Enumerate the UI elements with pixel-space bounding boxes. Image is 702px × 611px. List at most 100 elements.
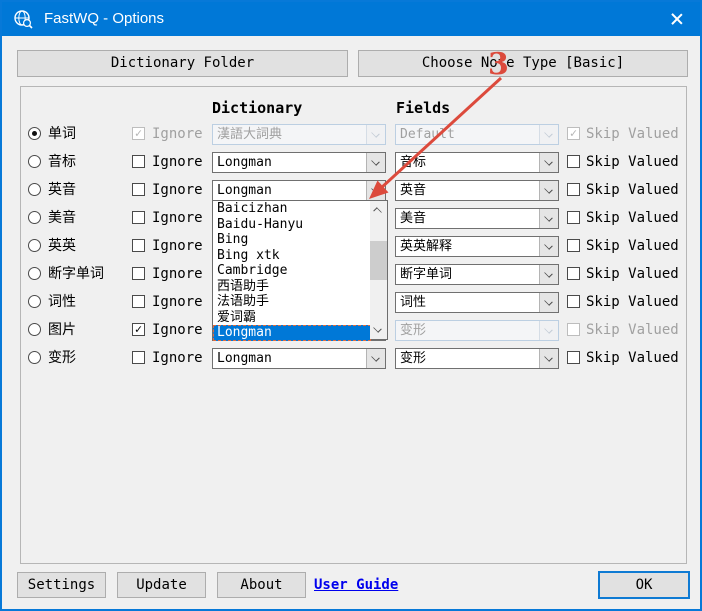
- field-select[interactable]: 变形: [395, 348, 559, 369]
- dropdown-item[interactable]: Bing xtk: [213, 248, 371, 264]
- dropdown-item[interactable]: Bing: [213, 232, 371, 248]
- skip-valued-checkbox[interactable]: [567, 323, 580, 336]
- ignore-label: Ignore: [152, 176, 203, 204]
- ignore-checkbox[interactable]: [132, 295, 145, 308]
- dropdown-item[interactable]: 爱词霸: [213, 310, 371, 326]
- ignore-checkbox[interactable]: [132, 351, 145, 364]
- chevron-down-icon: [539, 293, 558, 312]
- ignore-label: Ignore: [152, 232, 203, 260]
- dropdown-item[interactable]: Baicizhan: [213, 201, 371, 217]
- field-select[interactable]: 美音: [395, 208, 559, 229]
- update-button[interactable]: Update: [117, 572, 206, 598]
- skip-valued-checkbox[interactable]: [567, 155, 580, 168]
- radio-en-def[interactable]: [28, 239, 41, 252]
- settings-button[interactable]: Settings: [17, 572, 106, 598]
- skip-valued-label: Skip Valued: [586, 288, 679, 316]
- ignore-label: Ignore: [152, 260, 203, 288]
- chevron-down-icon: [539, 153, 558, 172]
- chevron-down-icon: [539, 237, 558, 256]
- about-button[interactable]: About: [217, 572, 306, 598]
- dropdown-item[interactable]: Cambridge: [213, 263, 371, 279]
- chevron-down-icon: [366, 153, 385, 172]
- skip-valued-checkbox[interactable]: [567, 239, 580, 252]
- chevron-down-icon: [539, 321, 558, 340]
- dictionary-select[interactable]: Longman: [212, 348, 386, 369]
- chevron-down-icon: [539, 125, 558, 144]
- field-select[interactable]: 英音: [395, 180, 559, 201]
- row-label: 断字单词: [48, 260, 104, 288]
- dropdown-item-selected[interactable]: Longman: [213, 325, 371, 341]
- ignore-label: Ignore: [152, 316, 203, 344]
- chevron-down-icon: [539, 265, 558, 284]
- skip-valued-checkbox[interactable]: [567, 351, 580, 364]
- field-select[interactable]: 音标: [395, 152, 559, 173]
- field-select[interactable]: Default: [395, 124, 559, 145]
- option-row-word: 单词 Ignore 漢語大詞典 Default Skip Valued: [2, 120, 702, 148]
- ignore-checkbox[interactable]: [132, 127, 145, 140]
- row-label: 英英: [48, 232, 76, 260]
- dictionary-select-open[interactable]: Longman: [212, 180, 386, 201]
- ignore-checkbox[interactable]: [132, 183, 145, 196]
- scroll-up-icon[interactable]: [370, 201, 387, 218]
- dictionary-column-header: Dictionary: [212, 99, 302, 117]
- dropdown-item[interactable]: 西语助手: [213, 279, 371, 295]
- scroll-down-icon[interactable]: [370, 322, 387, 339]
- ignore-label: Ignore: [152, 344, 203, 372]
- scrollbar-thumb[interactable]: [370, 241, 387, 280]
- radio-hyphen-word[interactable]: [28, 267, 41, 280]
- close-icon: [671, 13, 683, 25]
- window-title: FastWQ - Options: [44, 2, 164, 36]
- chevron-down-icon: [366, 181, 385, 200]
- ignore-checkbox[interactable]: [132, 211, 145, 224]
- skip-valued-checkbox[interactable]: [567, 183, 580, 196]
- dictionary-select[interactable]: Longman: [212, 152, 386, 173]
- ok-button[interactable]: OK: [598, 571, 690, 599]
- skip-valued-label: Skip Valued: [586, 260, 679, 288]
- option-row-inflection: 变形 Ignore Longman 变形 Skip Valued: [2, 344, 702, 372]
- row-label: 变形: [48, 344, 76, 372]
- skip-valued-label: Skip Valued: [586, 176, 679, 204]
- ignore-checkbox[interactable]: [132, 239, 145, 252]
- ignore-checkbox[interactable]: [132, 267, 145, 280]
- dropdown-scrollbar[interactable]: [370, 201, 387, 339]
- skip-valued-checkbox[interactable]: [567, 295, 580, 308]
- chevron-down-icon: [539, 349, 558, 368]
- field-select[interactable]: 断字单词: [395, 264, 559, 285]
- skip-valued-label: Skip Valued: [586, 316, 679, 344]
- options-dialog: FastWQ - Options Dictionary Folder Choos…: [0, 0, 702, 611]
- skip-valued-label: Skip Valued: [586, 148, 679, 176]
- row-label: 单词: [48, 120, 76, 148]
- dictionary-select[interactable]: 漢語大詞典: [212, 124, 386, 145]
- radio-phonetic[interactable]: [28, 155, 41, 168]
- skip-valued-checkbox[interactable]: [567, 211, 580, 224]
- skip-valued-label: Skip Valued: [586, 232, 679, 260]
- option-row-phonetic: 音标 Ignore Longman 音标 Skip Valued: [2, 148, 702, 176]
- row-label: 美音: [48, 204, 76, 232]
- radio-word[interactable]: [28, 127, 41, 140]
- skip-valued-checkbox[interactable]: [567, 127, 580, 140]
- user-guide-link[interactable]: User Guide: [314, 572, 398, 598]
- field-select[interactable]: 英英解释: [395, 236, 559, 257]
- chevron-down-icon: [539, 181, 558, 200]
- radio-image[interactable]: [28, 323, 41, 336]
- dropdown-item[interactable]: Baidu-Hanyu: [213, 217, 371, 233]
- ignore-label: Ignore: [152, 120, 203, 148]
- radio-pos[interactable]: [28, 295, 41, 308]
- dictionary-folder-button[interactable]: Dictionary Folder: [17, 50, 348, 77]
- radio-uk-audio[interactable]: [28, 183, 41, 196]
- dropdown-item[interactable]: 法语助手: [213, 294, 371, 310]
- ignore-checkbox[interactable]: [132, 155, 145, 168]
- field-select[interactable]: 变形: [395, 320, 559, 341]
- skip-valued-label: Skip Valued: [586, 344, 679, 372]
- field-select[interactable]: 词性: [395, 292, 559, 313]
- close-button[interactable]: [654, 2, 700, 36]
- ignore-checkbox[interactable]: [132, 323, 145, 336]
- radio-us-audio[interactable]: [28, 211, 41, 224]
- skip-valued-label: Skip Valued: [586, 120, 679, 148]
- title-bar: FastWQ - Options: [2, 2, 700, 36]
- choose-note-type-button[interactable]: Choose Note Type [Basic]: [358, 50, 688, 77]
- ignore-label: Ignore: [152, 204, 203, 232]
- skip-valued-label: Skip Valued: [586, 204, 679, 232]
- skip-valued-checkbox[interactable]: [567, 267, 580, 280]
- radio-inflection[interactable]: [28, 351, 41, 364]
